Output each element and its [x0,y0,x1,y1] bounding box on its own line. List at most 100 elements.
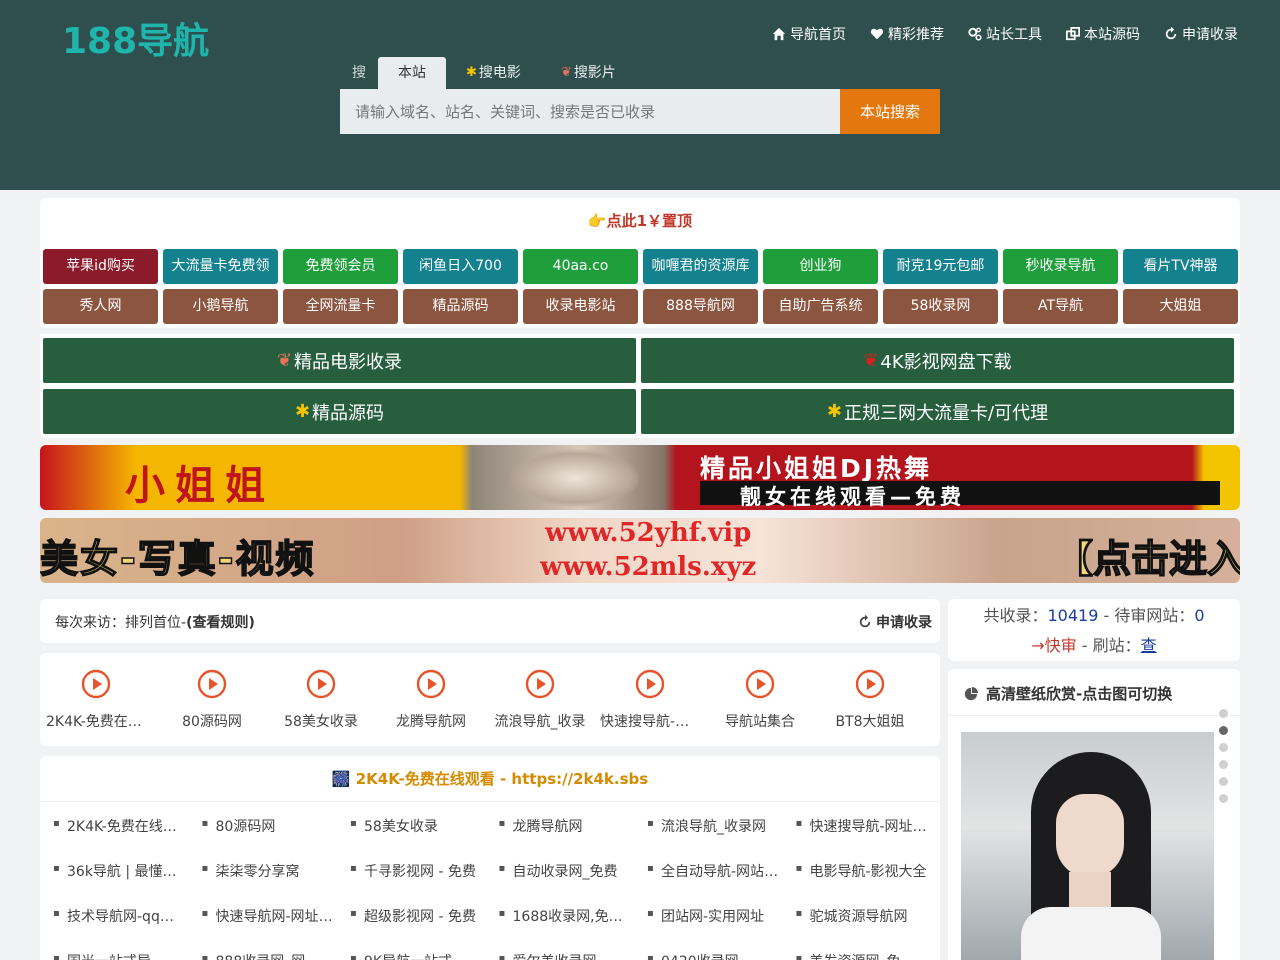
header: 188导航 导航首页 精彩推荐 站长工具 本站源码 申请收录 搜 本站 ✱ 搜电影… [0,0,1280,190]
promo-button[interactable]: 免费领会员 [283,249,398,284]
search-input[interactable] [340,89,840,134]
pin-top-link[interactable]: 👉点此1￥置顶 [40,210,1240,231]
site-list-item[interactable]: 柒柒零分享窝 [196,861,336,881]
recent-site-item[interactable]: 流浪导航_收录 [490,669,590,731]
recent-site-label: 导航站集合 [725,714,795,730]
promo-row-2: 秀人网 小鹅导航 全网流量卡 精品源码 收录电影站 888导航网 自助广告系统 58收录网 AT… [43,289,1238,324]
nav-recommend[interactable]: 精彩推荐 [870,24,944,44]
promo-button[interactable]: 秒收录导航 [1003,249,1118,284]
site-list-item[interactable]: 电影导航-影视大全 [790,861,930,881]
carousel-dot[interactable] [1219,726,1228,735]
site-list-item[interactable]: 58美女收录 [344,816,484,836]
site-list-item[interactable]: 0420收录网 [641,951,781,960]
site-list-item[interactable]: 80源码网 [196,816,336,836]
apply-listing-link[interactable]: 申请收录 [858,612,932,632]
recent-site-item[interactable]: 2K4K-免费在线观看 [46,669,146,731]
nav-source[interactable]: 本站源码 [1066,24,1140,44]
promo-button[interactable]: 40aa.co [523,249,638,284]
promo-button[interactable]: 全网流量卡 [283,289,398,324]
featured-movie-link[interactable]: ❦ 精品电影收录 [43,338,636,383]
site-list-item[interactable]: 9K导航一站式 [344,951,484,960]
site-logo[interactable]: 188导航 [62,12,209,64]
carousel-dot[interactable] [1219,743,1228,752]
carousel-dot[interactable] [1219,760,1228,769]
banner2-url2: www.52mls.xyz [540,552,757,582]
promo-button[interactable]: 精品源码 [403,289,518,324]
refresh-check-link[interactable]: 查 [1141,636,1157,655]
recent-site-item[interactable]: 龙腾导航网 [381,669,481,731]
site-list-item[interactable]: 龙腾导航网 [493,816,633,836]
tab-movie[interactable]: ✱ 搜电影 [446,57,541,89]
ad-banner-photo[interactable]: 美女-写真-视频 www.52yhf.vip www.52mls.xyz 【点击… [40,518,1240,583]
promo-button[interactable]: 闲鱼日入700 [403,249,518,284]
nav-tools[interactable]: 站长工具 [968,24,1042,44]
promo-button[interactable]: 自助广告系统 [763,289,878,324]
promo-button[interactable]: 大姐姐 [1123,289,1238,324]
fast-review-link[interactable]: →快审 [1031,636,1076,655]
carousel-dot[interactable] [1219,777,1228,786]
site-list-item[interactable]: 国光一站式导 [47,951,187,960]
site-list-item[interactable]: 美发资源网_免 [790,951,930,960]
recent-site-item[interactable]: 导航站集合 [710,669,810,731]
divider [40,801,940,802]
ad-banner-dj[interactable]: 小姐姐 精品小姐姐DJ热舞 靓女在线观看—免费 [40,445,1240,510]
search-tabs: 搜 本站 ✱ 搜电影 ❦ 搜影片 [340,57,636,89]
carousel-dot[interactable] [1219,794,1228,803]
featured-4k-link[interactable]: ❦ 4K影视网盘下载 [641,338,1234,383]
site-list-item[interactable]: 爱尔美收录网 [493,951,633,960]
featured-site-title[interactable]: 🎆 2K4K-免费在线观看 - https://2k4k.sbs [40,768,940,789]
wallpaper-image[interactable] [961,732,1214,960]
site-list-item[interactable]: 2K4K-免费在线观看 [47,816,187,836]
promo-button[interactable]: 大流量卡免费领 [163,249,278,284]
recent-site-label: 80源码网 [182,714,242,730]
carousel-dot[interactable] [1219,709,1228,718]
latest-visits-panel: 2K4K-免费在线观看 80源码网 58美女收录 龙腾导航网 流浪导航_收录快速搜导航-… [40,653,940,746]
recent-site-item[interactable]: 80源码网 [162,669,262,731]
site-list-item[interactable]: 888收录网_网 [196,951,336,960]
refresh-icon [859,615,871,628]
promo-button[interactable]: 收录电影站 [523,289,638,324]
promo-button[interactable]: 888导航网 [643,289,758,324]
total-count: 10419 [1047,606,1099,625]
recent-site-item[interactable]: BT8大姐姐 [820,669,920,731]
site-list-item[interactable]: 驼城资源导航网 [790,906,930,926]
site-list-item[interactable]: 流浪导航_收录网 [641,816,781,836]
promo-button[interactable]: 58收录网 [883,289,998,324]
site-list-item[interactable]: 自动收录网_免费 [493,861,633,881]
banner2-url1: www.52yhf.vip [545,518,752,548]
tab-site[interactable]: 本站 [378,57,446,89]
site-list-item[interactable]: 千寻影视网 - 免费 [344,861,484,881]
recent-site-item[interactable]: 快速搜导航-网址 [600,669,700,731]
pointing-hand-icon: 👉 [587,212,607,230]
promo-button[interactable]: 看片TV神器 [1123,249,1238,284]
refresh-label: - 刷站： [1076,636,1141,655]
site-list-item[interactable]: 团站网-实用网址 [641,906,781,926]
recent-site-label: 龙腾导航网 [396,714,466,730]
featured-simcard-link[interactable]: ✱ 正规三网大流量卡/可代理 [641,389,1234,434]
promo-button[interactable]: 苹果id购买 [43,249,158,284]
promo-button[interactable]: AT导航 [1003,289,1118,324]
recent-site-item[interactable]: 58美女收录 [271,669,371,731]
search-button[interactable]: 本站搜索 [840,89,940,134]
wallpaper-title: 高清壁纸欣赏-点击图可切换 [964,683,1172,704]
site-list-item[interactable]: 36k导航 | 最懂你的导航 [47,861,187,881]
site-list-item[interactable]: 快速导航网-网址大全 [196,906,336,926]
external-link-icon [1066,27,1080,41]
promo-button[interactable]: 小鹅导航 [163,289,278,324]
promo-button[interactable]: 创业狗 [763,249,878,284]
promo-button[interactable]: 耐克19元包邮 [883,249,998,284]
featured-links: ❦ 精品电影收录 ❦ 4K影视网盘下载 ✱ 精品源码 ✱ 正规三网大流量卡/可代理 [40,334,1240,438]
tab-film[interactable]: ❦ 搜影片 [541,57,636,89]
site-list-item[interactable]: 全自动导航-网站收录 [641,861,781,881]
site-list-item[interactable]: 技术导航网-qq技术 [47,906,187,926]
promo-button[interactable]: 秀人网 [43,289,158,324]
site-list-item[interactable]: 1688收录网,免费收录 [493,906,633,926]
play-circle-icon [81,669,111,699]
promo-button[interactable]: 咖喱君的资源库 [643,249,758,284]
view-rules-link[interactable]: (查看规则) [186,615,255,631]
nav-home[interactable]: 导航首页 [772,24,846,44]
nav-apply[interactable]: 申请收录 [1164,24,1238,44]
site-list-item[interactable]: 超级影视网 - 免费 [344,906,484,926]
featured-source-link[interactable]: ✱ 精品源码 [43,389,636,434]
site-list-item[interactable]: 快速搜导航-网址导航 [790,816,930,836]
